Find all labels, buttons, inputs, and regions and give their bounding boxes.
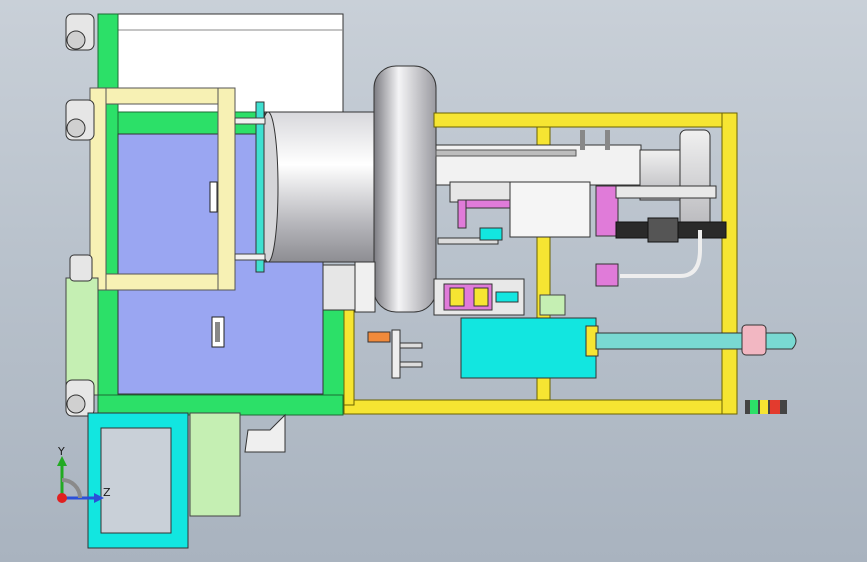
main-cylinder (264, 111, 381, 263)
orange-pipe (367, 331, 391, 343)
bottom-bracket (244, 413, 286, 453)
cyan-cylinder-block (460, 317, 597, 379)
side-panel-left (65, 277, 99, 396)
cad-viewport[interactable]: Y Z (0, 0, 867, 562)
pink-coupler (741, 324, 767, 356)
machine-drawing: Y Z (57, 13, 797, 549)
axis-z-label: Z (103, 486, 111, 499)
rotary-disc (373, 65, 437, 313)
cyan-bin (87, 412, 189, 549)
axis-y-label: Y (57, 445, 65, 458)
panel-handle-upper (209, 181, 218, 213)
flange-plate (255, 101, 265, 273)
lower-green-block (189, 412, 241, 517)
